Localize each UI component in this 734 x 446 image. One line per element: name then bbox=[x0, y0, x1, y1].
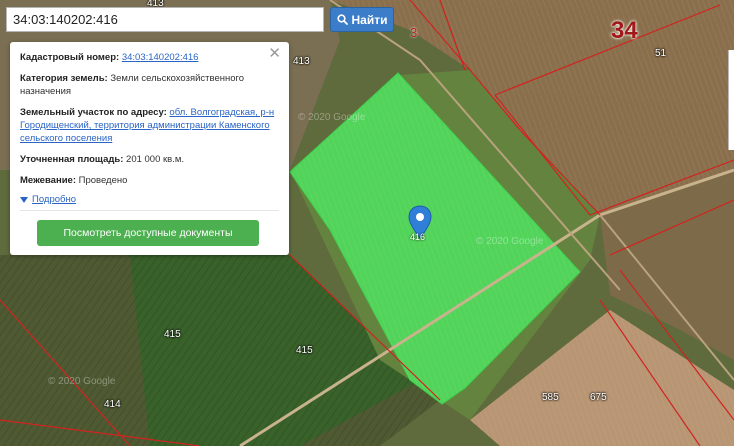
area-row: Уточненная площадь: 201 000 кв.м. bbox=[20, 153, 279, 166]
parcel-label: 675 bbox=[590, 392, 607, 403]
divider bbox=[20, 210, 279, 211]
map-watermark: © 2020 Google bbox=[48, 376, 116, 387]
survey-value: Проведено bbox=[78, 175, 128, 186]
cadastral-label: Кадастровый номер: bbox=[20, 52, 120, 63]
details-label: Подробно bbox=[32, 194, 76, 205]
parcel-label: 3 bbox=[410, 25, 418, 40]
area-value: 201 000 кв.м. bbox=[126, 154, 185, 165]
search-button-label: Найти bbox=[351, 12, 388, 27]
address-label: Земельный участок по адресу: bbox=[20, 107, 167, 118]
survey-label: Межевание: bbox=[20, 175, 76, 186]
details-toggle[interactable]: Подробно bbox=[20, 194, 279, 205]
map-watermark: © 2020 Google bbox=[476, 236, 544, 247]
quarter-label: 34 bbox=[611, 17, 638, 44]
view-documents-button[interactable]: Посмотреть доступные документы bbox=[37, 220, 259, 246]
cadastral-link[interactable]: 34:03:140202:416 bbox=[122, 52, 199, 63]
category-label: Категория земель: bbox=[20, 73, 108, 84]
map-marker[interactable]: 416 bbox=[407, 205, 433, 245]
parcel-label: 414 bbox=[104, 399, 121, 410]
search-input[interactable]: 34:03:140202:416 bbox=[6, 7, 324, 32]
address-row: Земельный участок по адресу: обл. Волгог… bbox=[20, 106, 279, 145]
category-row: Категория земель: Земли сельскохозяйстве… bbox=[20, 72, 279, 98]
search-icon bbox=[336, 14, 348, 25]
parcel-label: 415 bbox=[296, 345, 313, 356]
parcel-label: 413 bbox=[293, 56, 310, 67]
map-watermark: © 2020 Google bbox=[298, 112, 366, 123]
side-panel-edge[interactable] bbox=[728, 50, 734, 150]
search-button[interactable]: Найти bbox=[330, 7, 394, 32]
close-icon[interactable]: ✕ bbox=[268, 46, 281, 61]
parcel-label: 585 bbox=[542, 392, 559, 403]
triangle-down-icon bbox=[20, 196, 28, 203]
area-label: Уточненная площадь: bbox=[20, 154, 124, 165]
marker-label: 416 bbox=[410, 232, 426, 242]
parcel-label: 415 bbox=[164, 329, 181, 340]
parcel-info-panel: ✕ Кадастровый номер: 34:03:140202:416 Ка… bbox=[10, 42, 289, 255]
cadastral-row: Кадастровый номер: 34:03:140202:416 bbox=[20, 51, 279, 64]
survey-row: Межевание: Проведено bbox=[20, 174, 279, 187]
parcel-label: 51 bbox=[655, 48, 667, 59]
